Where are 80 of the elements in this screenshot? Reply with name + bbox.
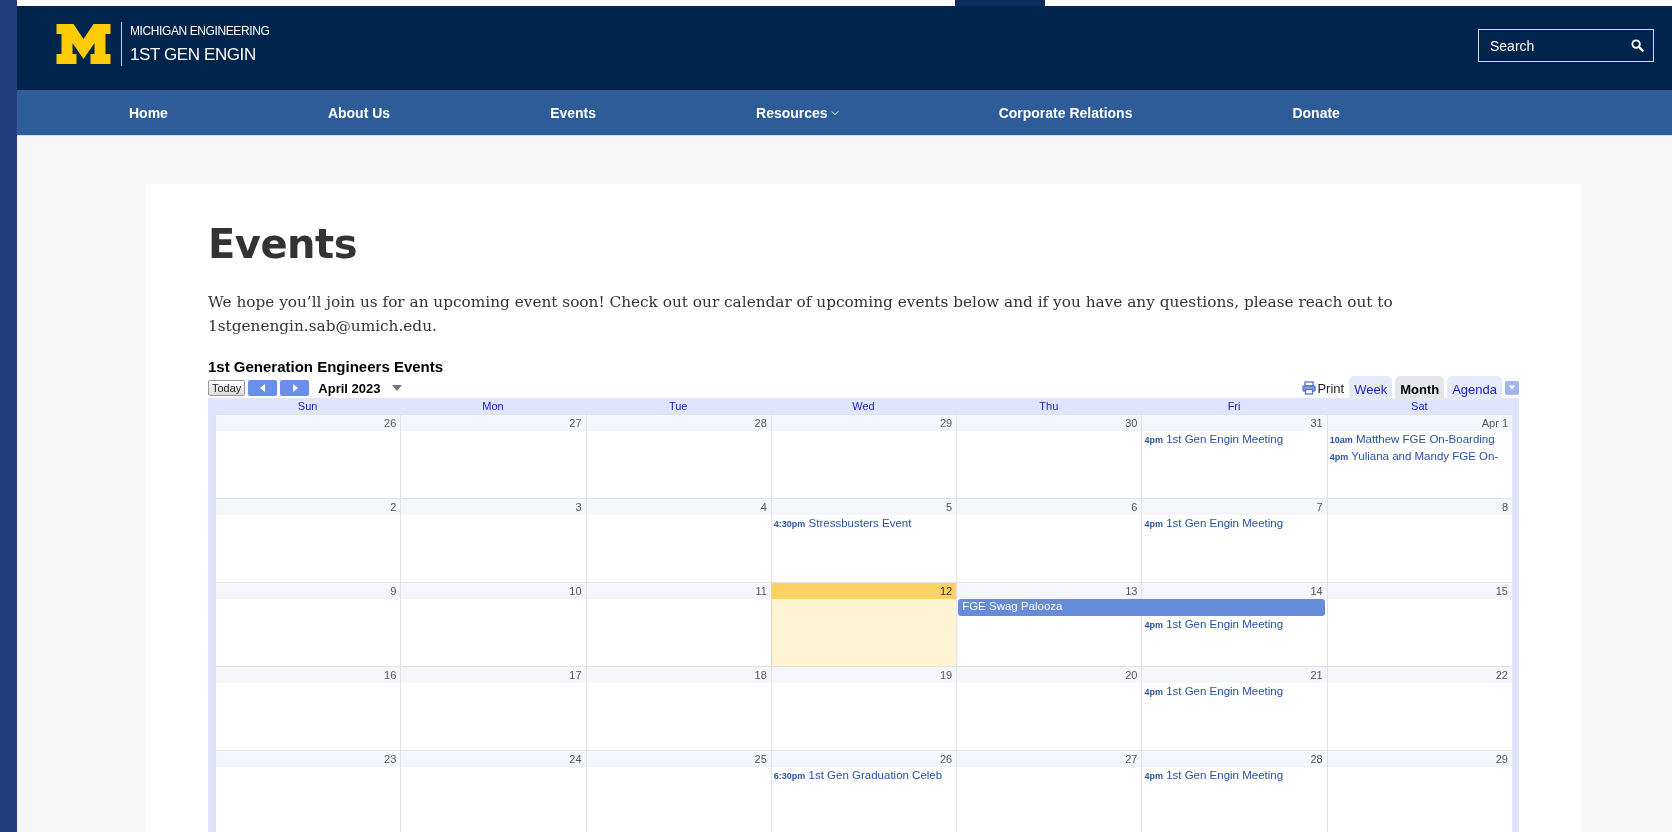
calendar-event[interactable]: 4pm 1st Gen Engin Meeting bbox=[1141, 616, 1327, 632]
nav-link[interactable]: About Us bbox=[327, 104, 391, 121]
day-number: 13 bbox=[957, 583, 1142, 599]
weekday-header: Wed bbox=[851, 399, 876, 414]
logo-subtitle: MICHIGAN ENGINEERING bbox=[130, 22, 270, 39]
day-number: 15 bbox=[1327, 583, 1512, 599]
day-number: 6 bbox=[957, 499, 1142, 515]
day-number: 16 bbox=[216, 667, 401, 683]
nav-link[interactable]: Home bbox=[129, 104, 168, 121]
block-m-logo[interactable] bbox=[56, 24, 111, 64]
calendar-event[interactable]: 4:30pm Stressbusters Event bbox=[770, 515, 957, 532]
calendar-event[interactable]: 4pm 1st Gen Engin Meeting bbox=[1141, 767, 1327, 784]
day-number: 17 bbox=[401, 667, 586, 683]
day-number: 26 bbox=[771, 751, 957, 767]
day-number: 11 bbox=[586, 583, 771, 599]
day-number: 28 bbox=[586, 415, 771, 431]
day-number: 27 bbox=[401, 415, 586, 431]
day-number: 27 bbox=[957, 751, 1142, 767]
caret-icon[interactable] bbox=[830, 109, 839, 116]
day-number: 8 bbox=[1327, 499, 1512, 515]
weekday-header: Thu bbox=[1038, 399, 1060, 414]
calendar-event[interactable]: 10am Matthew FGE On-Boarding bbox=[1326, 431, 1512, 448]
day-number: 25 bbox=[586, 751, 771, 767]
weekday-header: Mon bbox=[481, 399, 505, 414]
logo-title: 1ST GEN ENGIN bbox=[130, 43, 257, 66]
caret-icon[interactable] bbox=[391, 385, 402, 391]
triangle-left-icon[interactable] bbox=[258, 384, 267, 392]
today-button[interactable]: Today bbox=[208, 380, 246, 396]
day-number: 2 bbox=[216, 499, 401, 515]
day-number: 23 bbox=[216, 751, 401, 767]
day-number: 18 bbox=[586, 667, 771, 683]
day-number: 3 bbox=[401, 499, 586, 515]
printer-icon[interactable] bbox=[1302, 381, 1317, 395]
weekday-header: Sat bbox=[1410, 399, 1429, 414]
day-number: 7 bbox=[1142, 499, 1327, 515]
view-tab[interactable]: Month bbox=[1395, 376, 1445, 400]
day-number: 24 bbox=[401, 751, 586, 767]
search-field[interactable]: Search bbox=[1478, 29, 1654, 62]
day-number: 29 bbox=[771, 415, 957, 431]
day-number: 12 bbox=[771, 583, 957, 599]
intro-paragraph: We hope you’ll join us for an upcoming event soon! Check out our calendar of upcoming events below and if you have any questions, please reach out to 1stgenengin.sab@umich.edu. bbox=[208, 292, 1394, 337]
day-number: 10 bbox=[401, 583, 586, 599]
calendar-event[interactable]: 4pm 1st Gen Engin Meeting bbox=[1141, 431, 1327, 448]
month-label: April 2023 bbox=[318, 380, 381, 396]
dropdown-button[interactable] bbox=[1505, 381, 1519, 395]
calendar-event[interactable]: 4pm Yuliana and Mandy FGE On- bbox=[1326, 448, 1512, 464]
caret-icon[interactable] bbox=[1508, 385, 1516, 391]
nav-link[interactable]: Donate bbox=[1292, 104, 1340, 121]
next-button[interactable] bbox=[280, 380, 310, 396]
calendar-title: 1st Generation Engineers Events bbox=[208, 358, 445, 376]
day-number: 30 bbox=[957, 415, 1142, 431]
day-number: 9 bbox=[216, 583, 401, 599]
calendar-event[interactable]: 4pm 1st Gen Engin Meeting bbox=[1141, 683, 1327, 700]
day-number: 19 bbox=[771, 667, 957, 683]
day-number: 26 bbox=[216, 415, 401, 431]
search-icon[interactable] bbox=[1631, 39, 1644, 52]
day-number: 4 bbox=[586, 499, 771, 515]
view-tab[interactable]: Agenda bbox=[1447, 376, 1502, 400]
calendar-event[interactable]: 6:30pm 1st Gen Graduation Celeb bbox=[770, 767, 957, 784]
weekday-header: Tue bbox=[667, 399, 689, 414]
day-number: 22 bbox=[1327, 667, 1512, 683]
print-button[interactable]: Print bbox=[1300, 380, 1347, 396]
day-number: 31 bbox=[1142, 415, 1327, 431]
nav-link[interactable]: Events bbox=[550, 104, 597, 121]
day-number: 21 bbox=[1142, 667, 1327, 683]
nav-link[interactable]: Corporate Relations bbox=[998, 104, 1133, 121]
page-title: Events bbox=[208, 220, 358, 268]
weekday-header: Sun bbox=[296, 399, 319, 414]
day-number: Apr 1 bbox=[1327, 415, 1512, 431]
day-number: 20 bbox=[957, 667, 1142, 683]
day-number: 29 bbox=[1327, 751, 1512, 767]
nav-link[interactable]: Resources bbox=[756, 104, 839, 121]
view-tab[interactable]: Week bbox=[1349, 376, 1393, 400]
previous-button[interactable] bbox=[248, 380, 278, 396]
calendar-event[interactable]: 4pm 1st Gen Engin Meeting bbox=[1141, 515, 1327, 532]
day-number: 14 bbox=[1142, 583, 1327, 599]
triangle-right-icon[interactable] bbox=[290, 384, 299, 392]
weekday-header: Fri bbox=[1226, 399, 1242, 414]
day-number: 28 bbox=[1142, 751, 1327, 767]
day-number: 5 bbox=[771, 499, 957, 515]
